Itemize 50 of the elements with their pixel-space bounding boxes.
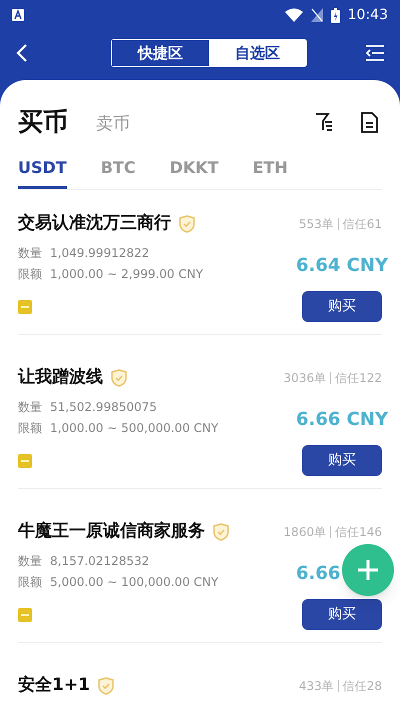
no-sim-icon — [310, 8, 323, 22]
limit-label: 限额 — [18, 574, 42, 591]
quantity-label: 数量 — [18, 245, 42, 262]
limit-value: 1,000.00 ~ 2,999.00 CNY — [50, 266, 204, 283]
trust-score: 信任146 — [335, 524, 382, 541]
quantity-value: 51,502.99850075 — [50, 399, 157, 416]
document-icon[interactable] — [361, 112, 378, 132]
merchant-name: 让我蹭波线 — [18, 366, 103, 390]
filter-icon[interactable] — [315, 112, 333, 132]
back-icon[interactable] — [16, 43, 28, 63]
trade-tab[interactable]: 买币 — [18, 103, 68, 141]
clock: 10:43 — [348, 6, 388, 24]
price: 6.66 CNY — [296, 408, 388, 432]
buy-button[interactable]: 购买 — [302, 445, 382, 476]
payment-card-icon — [18, 454, 32, 468]
wifi-icon — [284, 8, 303, 22]
verified-shield-icon — [111, 369, 127, 387]
order-count: 553单 — [298, 216, 334, 233]
plus-icon — [358, 560, 378, 580]
payment-card-icon — [18, 608, 32, 622]
limit-value: 1,000.00 ~ 500,000.00 CNY — [50, 420, 218, 437]
merchant-name: 安全1+1 — [18, 674, 90, 698]
verified-shield-icon — [179, 215, 195, 233]
buy-button[interactable]: 购买 — [302, 599, 382, 630]
price: 6.64 CNY — [296, 254, 388, 278]
quantity-label: 数量 — [18, 399, 42, 416]
payment-card-icon — [18, 300, 32, 314]
trust-score: 信任122 — [335, 370, 382, 387]
verified-shield-icon — [213, 523, 229, 541]
merchant-name: 交易认准沈万三商行 — [18, 212, 171, 236]
limit-label: 限额 — [18, 420, 42, 437]
buy-button[interactable]: 购买 — [302, 291, 382, 322]
quantity-value: 1,049.99912822 — [50, 245, 150, 262]
price: 6.66 — [296, 562, 340, 586]
verified-shield-icon — [98, 677, 114, 695]
quantity-label: 数量 — [18, 553, 42, 570]
limit-value: 5,000.00 ~ 100,000.00 CNY — [50, 574, 218, 591]
merchant-name: 牛魔王一原诚信商家服务 — [18, 520, 205, 544]
trust-score: 信任61 — [342, 216, 382, 233]
segment-tab[interactable]: 自选区 — [209, 40, 306, 66]
limit-label: 限额 — [18, 266, 42, 283]
trust-score: 信任28 — [342, 678, 382, 695]
app-notification-icon — [12, 9, 24, 21]
quantity-value: 8,157.02128532 — [50, 553, 150, 570]
order-count: 1860单 — [284, 524, 326, 541]
order-count: 433单 — [298, 678, 334, 695]
coin-tab[interactable]: USDT — [18, 156, 67, 189]
menu-icon[interactable] — [366, 45, 384, 61]
order-count: 3036单 — [284, 370, 326, 387]
battery-charging-icon — [330, 8, 340, 22]
